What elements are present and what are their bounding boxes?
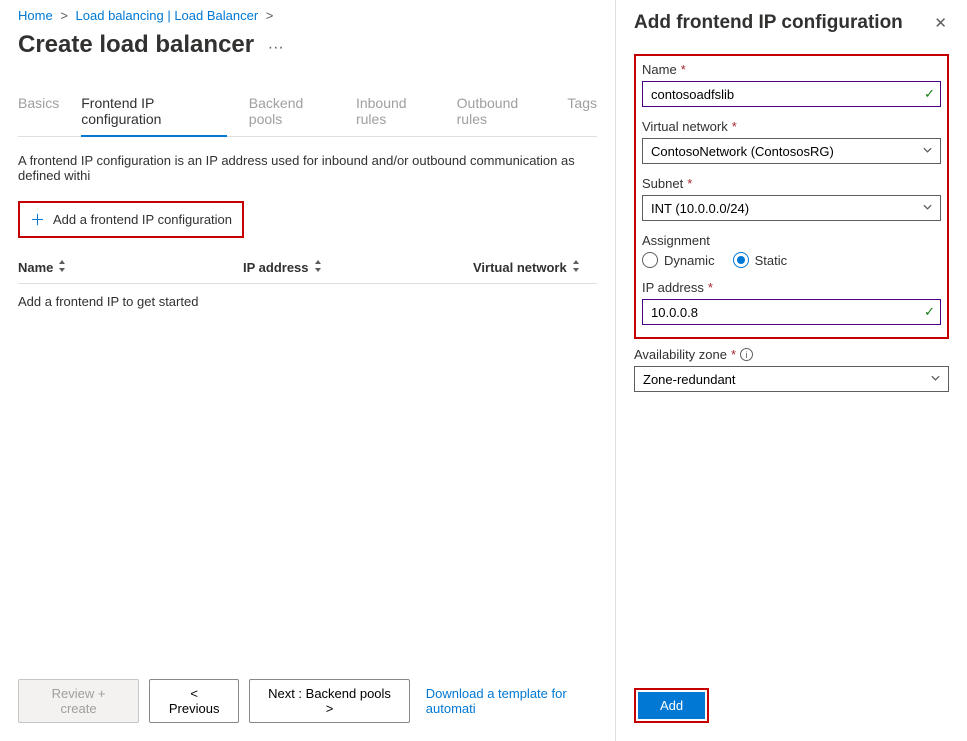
ip-address-field: IP address * ✓: [642, 280, 941, 325]
add-frontend-ip-panel: Add frontend IP configuration ✕ Name * ✓…: [615, 0, 967, 741]
tab-frontend-ip[interactable]: Frontend IP configuration: [81, 87, 227, 137]
wizard-footer: Review + create < Previous Next : Backen…: [18, 679, 615, 723]
download-template-link[interactable]: Download a template for automati: [426, 686, 615, 716]
chevron-right-icon: >: [262, 8, 278, 23]
add-frontend-ip-button[interactable]: ＋ Add a frontend IP configuration: [18, 201, 244, 238]
tab-outbound-rules[interactable]: Outbound rules: [457, 87, 546, 136]
subnet-field: Subnet *: [642, 176, 941, 221]
required-indicator: *: [687, 176, 692, 191]
previous-button[interactable]: < Previous: [149, 679, 239, 723]
next-button[interactable]: Next : Backend pools >: [249, 679, 410, 723]
add-button-highlight: Add: [634, 688, 709, 723]
radio-icon: [642, 252, 658, 268]
check-icon: ✓: [924, 304, 935, 320]
plus-icon: ＋: [30, 209, 45, 230]
sort-icon: [571, 260, 581, 275]
dynamic-label: Dynamic: [664, 253, 715, 268]
radio-icon: [733, 252, 749, 268]
assignment-field: Assignment Dynamic Static: [642, 233, 941, 268]
breadcrumb-home[interactable]: Home: [18, 8, 53, 23]
column-ip-label: IP address: [243, 260, 309, 275]
add-button[interactable]: Add: [638, 692, 705, 719]
table-header: Name IP address Virtual network: [18, 260, 597, 284]
assignment-static-radio[interactable]: Static: [733, 252, 788, 268]
ip-address-input[interactable]: [642, 299, 941, 325]
assignment-dynamic-radio[interactable]: Dynamic: [642, 252, 715, 268]
sort-icon: [57, 260, 67, 275]
main-content: Home > Load balancing | Load Balancer > …: [0, 0, 615, 741]
sort-icon: [313, 260, 323, 275]
tab-inbound-rules[interactable]: Inbound rules: [356, 87, 435, 136]
assignment-label: Assignment: [642, 233, 710, 248]
column-vnet-label: Virtual network: [473, 260, 567, 275]
panel-title: Add frontend IP configuration: [634, 12, 903, 34]
name-field: Name * ✓: [642, 62, 941, 107]
tab-backend-pools[interactable]: Backend pools: [249, 87, 334, 136]
review-create-button[interactable]: Review + create: [18, 679, 139, 723]
close-icon[interactable]: ✕: [932, 12, 949, 34]
tab-basics[interactable]: Basics: [18, 87, 59, 136]
vnet-select[interactable]: [642, 138, 941, 164]
column-header-name[interactable]: Name: [18, 260, 243, 275]
chevron-right-icon: >: [56, 8, 72, 23]
table-empty-row: Add a frontend IP to get started: [18, 284, 597, 319]
breadcrumb: Home > Load balancing | Load Balancer >: [18, 8, 597, 23]
subnet-select[interactable]: [642, 195, 941, 221]
ip-label: IP address: [642, 280, 704, 295]
zone-select[interactable]: [634, 366, 949, 392]
subnet-label: Subnet: [642, 176, 683, 191]
tab-description: A frontend IP configuration is an IP add…: [18, 153, 597, 183]
static-label: Static: [755, 253, 788, 268]
vnet-field: Virtual network *: [642, 119, 941, 164]
availability-zone-field: Availability zone * i: [634, 347, 949, 392]
column-header-vnet[interactable]: Virtual network: [473, 260, 597, 275]
name-input[interactable]: [642, 81, 941, 107]
check-icon: ✓: [924, 86, 935, 102]
vnet-label: Virtual network: [642, 119, 728, 134]
add-frontend-ip-label: Add a frontend IP configuration: [53, 212, 232, 227]
required-indicator: *: [732, 119, 737, 134]
info-icon[interactable]: i: [740, 348, 753, 361]
tab-bar: Basics Frontend IP configuration Backend…: [18, 87, 597, 137]
breadcrumb-lb-list[interactable]: Load balancing | Load Balancer: [76, 8, 259, 23]
name-label: Name: [642, 62, 677, 77]
required-indicator: *: [681, 62, 686, 77]
page-title: Create load balancer: [18, 31, 254, 59]
panel-header: Add frontend IP configuration ✕: [634, 12, 949, 34]
required-indicator: *: [708, 280, 713, 295]
frontend-ip-table: Name IP address Virtual network Add a fr…: [18, 260, 597, 319]
zone-label: Availability zone: [634, 347, 727, 362]
panel-footer: Add: [634, 688, 949, 741]
column-name-label: Name: [18, 260, 53, 275]
tab-tags[interactable]: Tags: [567, 87, 597, 136]
more-actions-button[interactable]: ···: [268, 39, 284, 57]
required-indicator: *: [731, 347, 736, 362]
column-header-ip[interactable]: IP address: [243, 260, 473, 275]
form-highlight-section: Name * ✓ Virtual network * Subnet * Assi…: [634, 54, 949, 339]
